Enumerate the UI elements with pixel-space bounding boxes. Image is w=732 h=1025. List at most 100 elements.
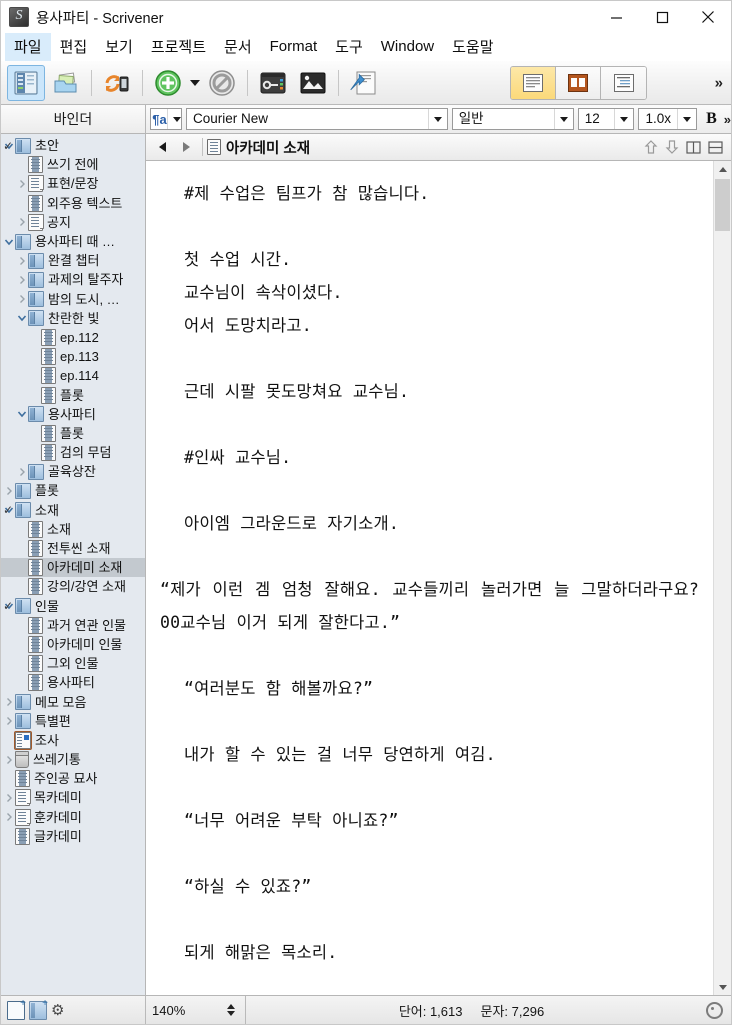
scroll-up-arrow-icon[interactable] — [714, 161, 731, 177]
bold-button[interactable]: B — [706, 110, 717, 128]
font-family-select[interactable]: Courier New — [186, 108, 448, 130]
menu-item-4[interactable]: 문서 — [215, 33, 261, 61]
zoom-stepper[interactable]: 140% — [146, 996, 246, 1024]
chevron-down-icon[interactable] — [16, 309, 28, 328]
add-dropdown-caret-icon[interactable] — [188, 65, 202, 101]
new-folder-icon[interactable] — [29, 998, 48, 1020]
binder-item[interactable]: 목카데미 — [1, 788, 145, 807]
chevron-right-icon[interactable] — [16, 213, 28, 232]
minimize-button[interactable] — [593, 1, 639, 33]
scroll-down-arrow-icon[interactable] — [714, 979, 731, 995]
back-arrow-icon[interactable] — [150, 136, 174, 158]
gear-icon[interactable]: ⚙ — [51, 1002, 64, 1019]
chevron-down-icon[interactable] — [614, 109, 633, 129]
font-size-select[interactable]: 12 — [577, 108, 635, 130]
menu-item-0[interactable]: 파일 — [5, 33, 51, 61]
binder-item[interactable]: 공지 — [1, 213, 145, 232]
menu-item-1[interactable]: 편집 — [51, 33, 97, 61]
chevron-down-icon[interactable] — [166, 109, 186, 129]
move-up-icon[interactable] — [644, 139, 658, 155]
binder-item[interactable]: 훈카데미 — [1, 808, 145, 827]
paragraph-style-select[interactable]: 일반 — [451, 108, 574, 130]
chevron-down-icon[interactable] — [553, 109, 573, 129]
binder-tree[interactable]: ✓ 초안 쓰기 전에 표현/문장 외주용 텍스트 공지 용사파티 때 … 완결 챕터 과제의 탈… — [1, 134, 146, 995]
paragraph-style-icon[interactable]: ¶a — [150, 108, 182, 130]
chevron-right-icon[interactable] — [16, 290, 28, 309]
menu-item-8[interactable]: 도움말 — [443, 33, 502, 61]
chevron-right-icon[interactable] — [16, 251, 28, 270]
project-target-button[interactable] — [697, 1001, 731, 1019]
binder-item[interactable]: ep.114 — [1, 366, 145, 385]
binder-item[interactable]: 쓰레기통 — [1, 750, 145, 769]
maximize-button[interactable] — [639, 1, 685, 33]
collections-icon[interactable] — [47, 65, 85, 101]
binder-item[interactable]: 골육상잔 — [1, 462, 145, 481]
binder-item[interactable]: ✓ 초안 — [1, 136, 145, 155]
binder-item[interactable]: 그외 인물 — [1, 654, 145, 673]
outliner-view-icon[interactable] — [601, 66, 646, 99]
binder-item[interactable]: 용사파티 — [1, 405, 145, 424]
binder-item[interactable]: 과거 연관 인물 — [1, 616, 145, 635]
chevron-right-icon[interactable] — [3, 712, 15, 731]
binder-item[interactable]: 용사파티 — [1, 673, 145, 692]
menu-item-7[interactable]: Window — [372, 35, 443, 59]
chevron-right-icon[interactable] — [3, 693, 15, 712]
menu-item-3[interactable]: 프로젝트 — [142, 33, 215, 61]
binder-item[interactable]: 플롯 — [1, 424, 145, 443]
chevron-right-icon[interactable] — [3, 808, 15, 827]
binder-item[interactable]: 주인공 묘사 — [1, 769, 145, 788]
corkboard-view-icon[interactable] — [556, 66, 601, 99]
binder-item[interactable]: 전투씬 소재 — [1, 539, 145, 558]
binder-item[interactable]: 아카데미 인물 — [1, 635, 145, 654]
chevron-down-icon[interactable] — [16, 405, 28, 424]
editor-view-icon[interactable] — [511, 66, 556, 99]
chevron-right-icon[interactable] — [3, 788, 15, 807]
binder-item[interactable]: 특별편 — [1, 712, 145, 731]
binder-item[interactable]: 아카데미 소재 — [1, 558, 145, 578]
chevron-right-icon[interactable] — [16, 174, 28, 193]
binder-item[interactable]: 메모 모음 — [1, 692, 145, 711]
chevron-right-icon[interactable] — [16, 270, 28, 289]
scrollbar-thumb[interactable] — [715, 179, 730, 231]
chevron-down-icon[interactable] — [3, 232, 15, 251]
chevron-down-icon[interactable] — [427, 109, 447, 129]
binder-item[interactable]: 소재 — [1, 520, 145, 539]
binder-item[interactable]: 검의 무덤 — [1, 443, 145, 462]
split-horizontal-icon[interactable] — [708, 140, 723, 154]
binder-item[interactable]: 글카데미 — [1, 827, 145, 846]
binder-item[interactable]: ✓ 소재 — [1, 501, 145, 520]
binder-item[interactable]: ep.112 — [1, 328, 145, 347]
binder-item[interactable]: 찬란한 빛 — [1, 309, 145, 328]
binder-item[interactable]: 조사 — [1, 731, 145, 750]
binder-item[interactable]: 쓰기 전에 — [1, 155, 145, 174]
line-spacing-select[interactable]: 1.0x — [638, 108, 698, 130]
binder-item[interactable]: 밤의 도시, … — [1, 290, 145, 309]
binder-item[interactable]: 강의/강연 소재 — [1, 577, 145, 596]
binder-item[interactable]: ✓ 인물 — [1, 597, 145, 616]
binder-item[interactable]: 플롯 — [1, 385, 145, 404]
chevron-right-icon[interactable] — [16, 462, 28, 481]
binder-toggle-icon[interactable] — [7, 64, 45, 101]
chevron-right-icon[interactable] — [3, 750, 15, 769]
binder-item[interactable]: 용사파티 때 … — [1, 232, 145, 251]
no-style-icon[interactable] — [203, 65, 241, 101]
compile-icon[interactable] — [345, 65, 383, 101]
keywords-icon[interactable] — [254, 65, 292, 101]
forward-arrow-icon[interactable] — [174, 136, 198, 158]
menu-item-6[interactable]: 도구 — [326, 33, 372, 61]
binder-item[interactable]: 과제의 탈주자 — [1, 270, 145, 289]
binder-item[interactable]: 플롯 — [1, 481, 145, 500]
editor-scrollbar[interactable] — [713, 161, 731, 995]
close-button[interactable] — [685, 1, 731, 33]
binder-item[interactable]: 완결 챕터 — [1, 251, 145, 270]
new-document-icon[interactable] — [7, 998, 26, 1020]
chevron-right-icon[interactable] — [3, 481, 15, 500]
toolbar-overflow-button[interactable]: » — [715, 74, 723, 91]
binder-item[interactable]: ep.113 — [1, 347, 145, 366]
split-vertical-icon[interactable] — [686, 140, 701, 154]
binder-item[interactable]: 외주용 텍스트 — [1, 194, 145, 213]
zoom-spinner-icon[interactable] — [227, 1004, 235, 1016]
format-overflow-button[interactable]: » — [724, 112, 731, 127]
menu-item-5[interactable]: Format — [261, 35, 327, 59]
menu-item-2[interactable]: 보기 — [96, 33, 142, 61]
